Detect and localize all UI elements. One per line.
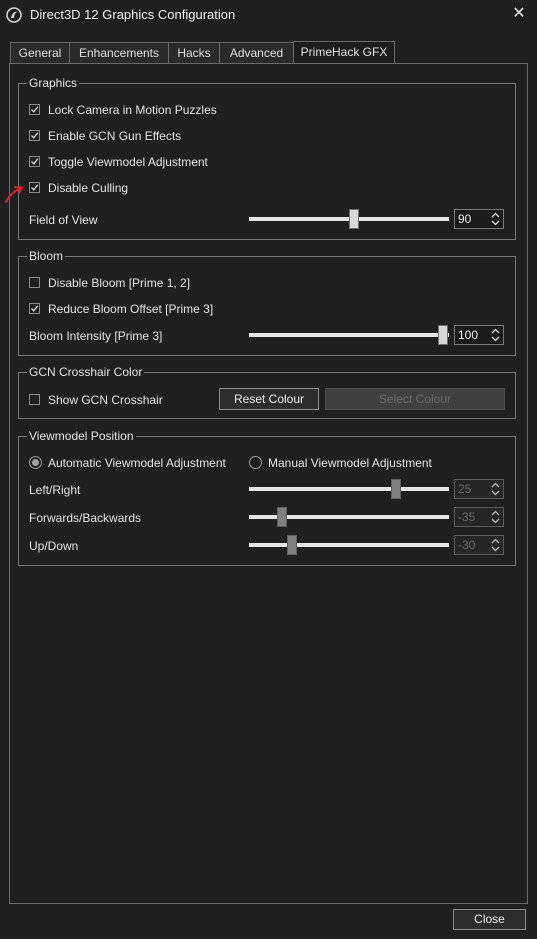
up-down-label: Up/Down: [29, 539, 79, 553]
viewmodel-group-title: Viewmodel Position: [27, 429, 136, 443]
select-colour-button[interactable]: Select Colour: [325, 388, 505, 410]
radio-dot: [32, 459, 39, 466]
graphics-group-title: Graphics: [27, 76, 80, 90]
slider-handle[interactable]: [391, 479, 401, 499]
window-close-icon[interactable]: ✕: [509, 5, 529, 25]
tab-advanced[interactable]: Advanced: [219, 42, 294, 63]
forwards-backwards-spinbox[interactable]: -35: [454, 507, 504, 527]
spin-arrows-icon[interactable]: [491, 212, 500, 226]
forwards-backwards-slider[interactable]: [249, 507, 449, 527]
radio-button[interactable]: [249, 456, 262, 469]
checkbox-box[interactable]: [29, 394, 40, 405]
checkbox-box[interactable]: [29, 104, 40, 115]
slider-track: [249, 487, 449, 491]
bloom-intensity-label: Bloom Intensity [Prime 3]: [29, 329, 163, 343]
fov-slider[interactable]: [249, 209, 449, 229]
lock-camera-label: Lock Camera in Motion Puzzles: [48, 103, 217, 117]
checkbox-box[interactable]: [29, 277, 40, 288]
fov-spinbox[interactable]: 90: [454, 209, 504, 229]
left-right-spinbox[interactable]: 25: [454, 479, 504, 499]
annotation-arrow-icon: [5, 186, 23, 203]
bloom-intensity-value[interactable]: 100: [458, 328, 478, 343]
close-button[interactable]: Close: [453, 909, 526, 930]
slider-track: [249, 543, 449, 547]
up-down-slider[interactable]: [249, 535, 449, 555]
fov-label: Field of View: [29, 213, 98, 227]
checkbox-box[interactable]: [29, 156, 40, 167]
radio-button[interactable]: [29, 456, 42, 469]
disable-culling-label: Disable Culling: [48, 181, 129, 195]
reduce-bloom-offset-label: Reduce Bloom Offset [Prime 3]: [48, 302, 214, 316]
tab-hacks[interactable]: Hacks: [168, 42, 220, 63]
slider-track: [249, 333, 449, 337]
up-down-value[interactable]: -30: [458, 538, 478, 553]
bloom-group-title: Bloom: [27, 249, 66, 263]
spin-arrows-icon[interactable]: [491, 328, 500, 342]
viewmodel-adjust-label: Toggle Viewmodel Adjustment: [48, 155, 208, 169]
slider-handle[interactable]: [277, 507, 287, 527]
left-right-slider[interactable]: [249, 479, 449, 499]
manual-viewmodel-label: Manual Viewmodel Adjustment: [268, 456, 432, 470]
bloom-intensity-slider[interactable]: [249, 325, 449, 345]
tab-enhancements[interactable]: Enhancements: [69, 42, 169, 63]
slider-handle[interactable]: [287, 535, 297, 555]
dolphin-app-icon: [6, 7, 22, 23]
forwards-backwards-value[interactable]: -35: [458, 510, 478, 525]
forwards-backwards-label: Forwards/Backwards: [29, 511, 142, 525]
spin-arrows-icon[interactable]: [491, 482, 500, 496]
spin-arrows-icon[interactable]: [491, 510, 500, 524]
left-right-value[interactable]: 25: [458, 482, 478, 497]
show-crosshair-label: Show GCN Crosshair: [48, 393, 163, 407]
slider-handle[interactable]: [438, 325, 448, 345]
left-right-label: Left/Right: [29, 483, 81, 497]
bloom-intensity-spinbox[interactable]: 100: [454, 325, 504, 345]
tab-general[interactable]: General: [10, 42, 70, 63]
up-down-spinbox[interactable]: -30: [454, 535, 504, 555]
window-title: Direct3D 12 Graphics Configuration: [30, 7, 236, 22]
crosshair-group-title: GCN Crosshair Color: [27, 365, 145, 379]
slider-handle[interactable]: [349, 209, 359, 229]
title-bar: Direct3D 12 Graphics Configuration ✕: [0, 0, 537, 30]
checkbox-box[interactable]: [29, 130, 40, 141]
reset-colour-button[interactable]: Reset Colour: [219, 388, 319, 410]
spin-arrows-icon[interactable]: [491, 538, 500, 552]
auto-viewmodel-label: Automatic Viewmodel Adjustment: [48, 456, 226, 470]
tab-primehack-gfx[interactable]: PrimeHack GFX: [293, 41, 395, 64]
fov-value[interactable]: 90: [458, 212, 478, 227]
checkbox-box[interactable]: [29, 303, 40, 314]
disable-bloom-label: Disable Bloom [Prime 1, 2]: [48, 276, 191, 290]
gun-effects-label: Enable GCN Gun Effects: [48, 129, 182, 143]
